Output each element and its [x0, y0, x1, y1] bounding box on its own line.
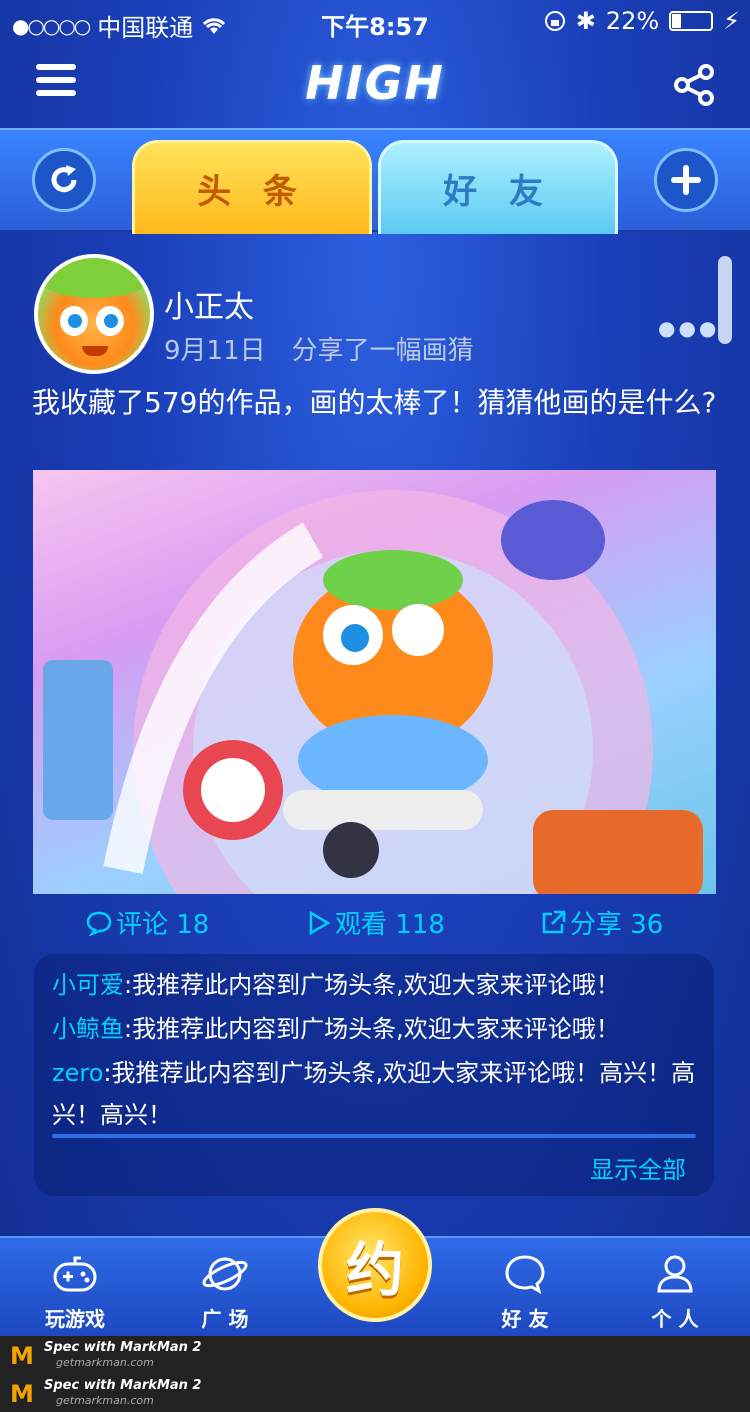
- scrollbar[interactable]: [718, 256, 732, 344]
- gamepad-icon: [53, 1256, 97, 1292]
- add-button[interactable]: [654, 148, 718, 212]
- app-screen: ●○○○○ 中国联通 下午8:57 ✱ 22% ⚡ HIGH 头 条 好 友 小…: [0, 0, 750, 1336]
- chat-bubble-icon: [505, 1255, 545, 1295]
- refresh-button[interactable]: [32, 148, 96, 212]
- post-image[interactable]: [33, 470, 716, 894]
- nav-square[interactable]: 广 场: [165, 1254, 285, 1332]
- comment-icon: [86, 911, 112, 936]
- comment-item[interactable]: 小可爱:我推荐此内容到广场头条,欢迎大家来评论哦！: [52, 964, 702, 1006]
- comment-text: :我推荐此内容到广场头条,欢迎大家来评论哦！: [124, 971, 620, 999]
- comment-item[interactable]: zero:我推荐此内容到广场头条,欢迎大家来评论哦！高兴！高兴！高兴！: [52, 1052, 702, 1136]
- tab-friends[interactable]: 好 友: [378, 140, 618, 234]
- post-artwork: [43, 490, 703, 894]
- markman-logo-icon: M: [10, 1342, 34, 1370]
- status-bar: ●○○○○ 中国联通 下午8:57 ✱ 22% ⚡: [0, 0, 750, 44]
- markman-watermark: M Spec with MarkMan 2 getmarkman.com: [0, 1374, 750, 1412]
- markman-logo-icon: M: [10, 1380, 34, 1408]
- rotation-lock-icon: [544, 11, 565, 31]
- planet-icon: [202, 1257, 248, 1291]
- app-title: HIGH: [305, 56, 445, 110]
- comment-user[interactable]: 小鲸鱼: [52, 1015, 124, 1043]
- share-post-button[interactable]: 分享 36: [540, 904, 663, 941]
- battery-icon: [669, 11, 714, 31]
- share-icon[interactable]: [674, 64, 716, 106]
- comment-user[interactable]: 小可爱: [52, 971, 124, 999]
- nav-games[interactable]: 玩游戏: [15, 1254, 135, 1332]
- watermark-url: getmarkman.com: [56, 1394, 154, 1407]
- post-action: 分享了一幅画猜: [291, 336, 474, 366]
- username[interactable]: 小正太: [164, 282, 254, 326]
- center-appointment-button[interactable]: 约: [318, 1208, 432, 1322]
- bluetooth-icon: ✱: [575, 7, 596, 35]
- watermark-url: getmarkman.com: [56, 1356, 154, 1369]
- feed-post: 小正太 9月11日 分享了一幅画猜 ●●● 我收藏了579的作品，画的太棒了！猜猜…: [0, 232, 750, 1236]
- comment-text: :我推荐此内容到广场头条,欢迎大家来评论哦！高兴！高兴！高兴！: [52, 1059, 696, 1129]
- person-icon: [657, 1255, 693, 1293]
- play-icon: [309, 910, 331, 935]
- view-button[interactable]: 观看 118: [307, 904, 445, 941]
- more-options-icon[interactable]: ●●●: [658, 316, 719, 340]
- tab-headlines[interactable]: 头 条: [132, 140, 372, 234]
- charging-icon: ⚡: [723, 7, 740, 35]
- nav-me[interactable]: 个 人: [615, 1254, 735, 1332]
- watermark-brand: Spec with MarkMan 2: [44, 1378, 202, 1393]
- post-content: 我收藏了579的作品，画的太棒了！猜猜他画的是什么?: [32, 386, 717, 419]
- top-nav: HIGH: [0, 44, 750, 128]
- post-date: 9月11日: [164, 336, 266, 366]
- nav-friends[interactable]: 好 友: [465, 1254, 585, 1332]
- comments-divider: [52, 1134, 696, 1138]
- comment-item[interactable]: 小鲸鱼:我推荐此内容到广场头条,欢迎大家来评论哦！: [52, 1008, 702, 1050]
- post-actions: 评论 18 观看 118 分享 36: [0, 904, 750, 946]
- markman-watermark: M Spec with MarkMan 2 getmarkman.com: [0, 1336, 750, 1374]
- battery-percent: 22%: [605, 7, 660, 35]
- comment-button[interactable]: 评论 18: [86, 904, 209, 941]
- avatar[interactable]: [34, 254, 154, 374]
- post-meta: 9月11日 分享了一幅画猜: [164, 330, 474, 367]
- show-all-link[interactable]: 显示全部: [590, 1150, 686, 1185]
- share-out-icon: [542, 910, 566, 933]
- comment-user[interactable]: zero: [52, 1059, 103, 1087]
- refresh-icon: [51, 165, 77, 193]
- tab-bar: 头 条 好 友: [0, 128, 750, 234]
- comments-panel: 小可爱:我推荐此内容到广场头条,欢迎大家来评论哦！ 小鲸鱼:我推荐此内容到广场头…: [34, 954, 714, 1196]
- comment-text: :我推荐此内容到广场头条,欢迎大家来评论哦！: [124, 1015, 620, 1043]
- watermark-brand: Spec with MarkMan 2: [44, 1340, 202, 1355]
- plus-icon: [671, 165, 701, 195]
